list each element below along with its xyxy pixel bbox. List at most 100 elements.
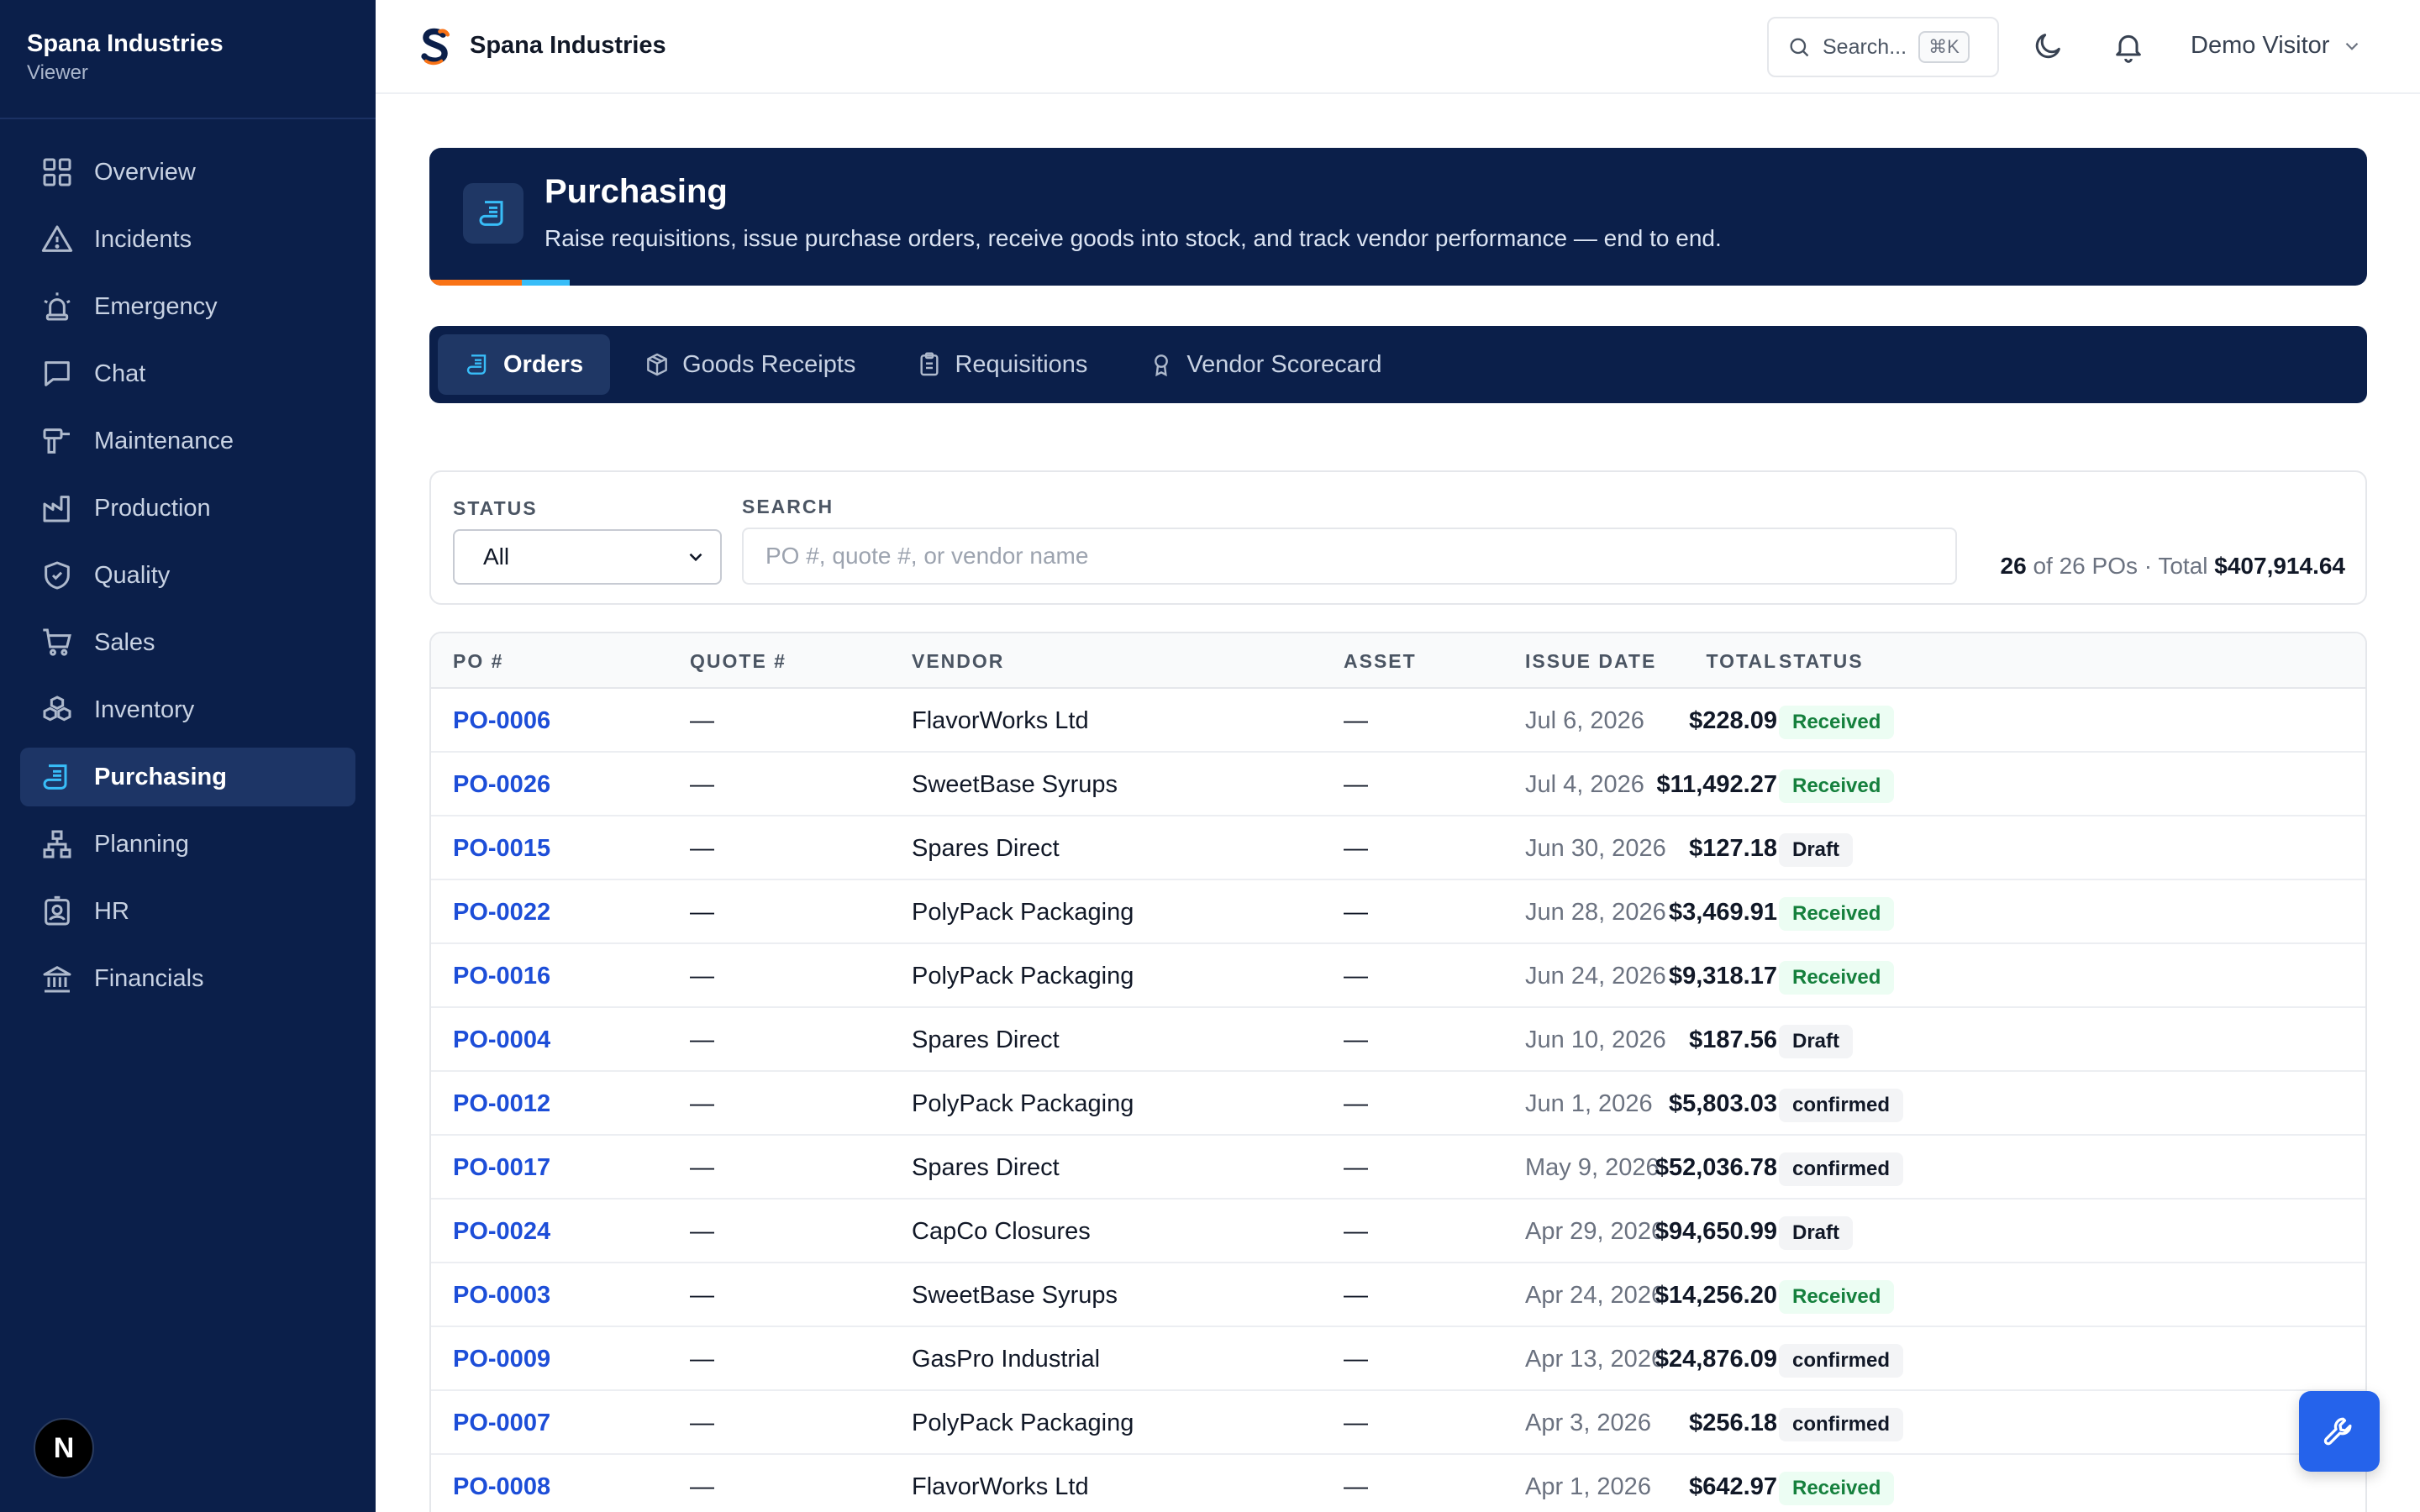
asset: — bbox=[1344, 1346, 1368, 1373]
tab-orders[interactable]: Orders bbox=[438, 334, 611, 395]
po-link[interactable]: PO-0012 bbox=[453, 1090, 550, 1118]
table-row[interactable]: PO-0009 — GasPro Industrial — Apr 13, 2026 $2… bbox=[431, 1327, 2365, 1391]
total-amount: $11,492.27 bbox=[1656, 771, 1777, 798]
tab-label: Requisitions bbox=[955, 350, 1088, 378]
column-header-po[interactable]: PO # bbox=[453, 650, 503, 673]
table-row[interactable]: PO-0016 — PolyPack Packaging — Jun 24, 2026 $… bbox=[431, 944, 2365, 1008]
sidebar-item-hr[interactable]: HR bbox=[20, 882, 355, 941]
sidebar-item-planning[interactable]: Planning bbox=[20, 815, 355, 874]
table-row[interactable]: PO-0003 — SweetBase Syrups — Apr 24, 2026 $14… bbox=[431, 1263, 2365, 1327]
table-row[interactable]: PO-0022 — PolyPack Packaging — Jun 28, 2026 $… bbox=[431, 880, 2365, 944]
warning-triangle-icon bbox=[41, 225, 73, 252]
table-row[interactable]: PO-0004 — Spares Direct — Jun 10, 2026 $187.5… bbox=[431, 1008, 2365, 1072]
sidebar-item-incidents[interactable]: Incidents bbox=[20, 210, 355, 269]
asset: — bbox=[1344, 1410, 1368, 1436]
column-header-issue-date[interactable]: ISSUE DATE bbox=[1525, 650, 1656, 673]
po-link[interactable]: PO-0007 bbox=[453, 1410, 550, 1437]
drill-icon bbox=[43, 428, 70, 454]
sidebar-item-maintenance[interactable]: Maintenance bbox=[20, 412, 355, 470]
asset: — bbox=[1344, 963, 1368, 990]
status-badge: Received bbox=[1779, 706, 1895, 739]
column-header-vendor[interactable]: VENDOR bbox=[912, 650, 1004, 673]
table-row[interactable]: PO-0026 — SweetBase Syrups — Jul 4, 2026 $11,… bbox=[431, 753, 2365, 816]
table-row[interactable]: PO-0024 — CapCo Closures — Apr 29, 2026 $94,6… bbox=[431, 1200, 2365, 1263]
column-header-quote[interactable]: QUOTE # bbox=[690, 650, 786, 673]
po-link[interactable]: PO-0004 bbox=[453, 1026, 550, 1054]
issue-date: Jun 28, 2026 bbox=[1525, 899, 1666, 926]
quote-number: — bbox=[690, 963, 714, 990]
status-badge: Received bbox=[1779, 897, 1895, 931]
total-amount: $127.18 bbox=[1689, 835, 1777, 862]
po-link[interactable]: PO-0003 bbox=[453, 1282, 550, 1310]
shield-check-icon bbox=[45, 561, 70, 590]
id-badge-icon bbox=[45, 895, 70, 926]
po-link[interactable]: PO-0009 bbox=[453, 1346, 550, 1373]
status-badge: Received bbox=[1779, 1280, 1895, 1314]
po-link[interactable]: PO-0015 bbox=[453, 835, 550, 863]
issue-date: Jul 4, 2026 bbox=[1525, 771, 1644, 798]
filter-card: STATUS All SEARCH PO #, quote #, or vend… bbox=[429, 470, 2367, 605]
total-amount: $52,036.78 bbox=[1655, 1154, 1777, 1181]
banner-icon-tile bbox=[463, 183, 523, 244]
asset: — bbox=[1344, 1218, 1368, 1245]
vendor-name: PolyPack Packaging bbox=[912, 1090, 1134, 1117]
quote-number: — bbox=[690, 771, 714, 798]
sidebar-item-quality[interactable]: Quality bbox=[20, 546, 355, 605]
sidebar-header: Spana Industries Viewer bbox=[0, 0, 376, 119]
topbar: Spana Industries Search... ⌘K Demo Visit… bbox=[376, 0, 2420, 94]
po-link[interactable]: PO-0008 bbox=[453, 1473, 550, 1501]
grid-icon bbox=[43, 158, 71, 186]
sidebar-item-emergency[interactable]: Emergency bbox=[20, 277, 355, 336]
column-header-asset[interactable]: ASSET bbox=[1344, 650, 1417, 673]
cart-icon bbox=[43, 628, 71, 656]
banner-accent-blue bbox=[522, 280, 570, 286]
vendor-name: SweetBase Syrups bbox=[912, 771, 1118, 798]
table-row[interactable]: PO-0006 — FlavorWorks Ltd — Jul 6, 2026 $228.… bbox=[431, 689, 2365, 753]
notifications-bell-icon[interactable] bbox=[2112, 29, 2145, 63]
sidebar-item-financials[interactable]: Financials bbox=[20, 949, 355, 1008]
search-placeholder: Search... bbox=[1823, 34, 1907, 59]
sidebar-item-chat[interactable]: Chat bbox=[20, 344, 355, 403]
issue-date: Apr 13, 2026 bbox=[1525, 1346, 1665, 1373]
po-link[interactable]: PO-0024 bbox=[453, 1218, 550, 1246]
quote-number: — bbox=[690, 1473, 714, 1500]
table-row[interactable]: PO-0008 — FlavorWorks Ltd — Apr 1, 2026 $642.… bbox=[431, 1455, 2365, 1512]
dev-tools-badge[interactable]: N bbox=[34, 1418, 94, 1478]
org-chart-icon bbox=[43, 830, 71, 858]
table-row[interactable]: PO-0017 — Spares Direct — May 9, 2026 $52,036… bbox=[431, 1136, 2365, 1200]
sidebar-item-purchasing[interactable]: Purchasing bbox=[20, 748, 355, 806]
sidebar-item-sales[interactable]: Sales bbox=[20, 613, 355, 672]
results-total: $407,914.64 bbox=[2214, 553, 2345, 579]
status-select[interactable]: All bbox=[453, 529, 722, 585]
sidebar-item-production[interactable]: Production bbox=[20, 479, 355, 538]
purchase-orders-table: PO # QUOTE # VENDOR ASSET ISSUE DATE TOT… bbox=[429, 632, 2367, 1512]
tab-vendor-scorecard[interactable]: Vendor Scorecard bbox=[1121, 334, 1408, 395]
dark-mode-moon-icon[interactable] bbox=[2031, 29, 2065, 63]
po-search-input[interactable]: PO #, quote #, or vendor name bbox=[742, 528, 1957, 585]
search-icon bbox=[1790, 38, 1809, 57]
tools-fab-button[interactable] bbox=[2299, 1391, 2380, 1472]
boxes-icon bbox=[43, 696, 71, 722]
global-search[interactable]: Search... ⌘K bbox=[1767, 17, 1999, 77]
po-link[interactable]: PO-0006 bbox=[453, 707, 550, 735]
table-row[interactable]: PO-0015 — Spares Direct — Jun 30, 2026 $127.1… bbox=[431, 816, 2365, 880]
tab-requisitions[interactable]: Requisitions bbox=[889, 334, 1114, 395]
purchasing-tabs: Orders Goods Receipts Requisitions Vendo… bbox=[429, 326, 2367, 403]
sidebar-item-label: Production bbox=[94, 494, 211, 522]
table-row[interactable]: PO-0007 — PolyPack Packaging — Apr 3, 2026 $2… bbox=[431, 1391, 2365, 1455]
column-header-total[interactable]: TOTAL bbox=[1706, 650, 1777, 673]
po-link[interactable]: PO-0022 bbox=[453, 899, 550, 927]
sidebar-company-name: Spana Industries bbox=[27, 30, 224, 57]
issue-date: Apr 29, 2026 bbox=[1525, 1218, 1665, 1245]
sidebar-item-inventory[interactable]: Inventory bbox=[20, 680, 355, 739]
po-link[interactable]: PO-0017 bbox=[453, 1154, 550, 1182]
user-menu[interactable]: Demo Visitor bbox=[2191, 32, 2363, 60]
po-link[interactable]: PO-0016 bbox=[453, 963, 550, 990]
sidebar-item-overview[interactable]: Overview bbox=[20, 143, 355, 202]
table-row[interactable]: PO-0012 — PolyPack Packaging — Jun 1, 2026 $5… bbox=[431, 1072, 2365, 1136]
vendor-name: FlavorWorks Ltd bbox=[912, 707, 1089, 734]
total-amount: $14,256.20 bbox=[1655, 1282, 1777, 1309]
po-link[interactable]: PO-0026 bbox=[453, 771, 550, 799]
tab-goods-receipts[interactable]: Goods Receipts bbox=[617, 334, 882, 395]
column-header-status[interactable]: STATUS bbox=[1779, 650, 1864, 673]
